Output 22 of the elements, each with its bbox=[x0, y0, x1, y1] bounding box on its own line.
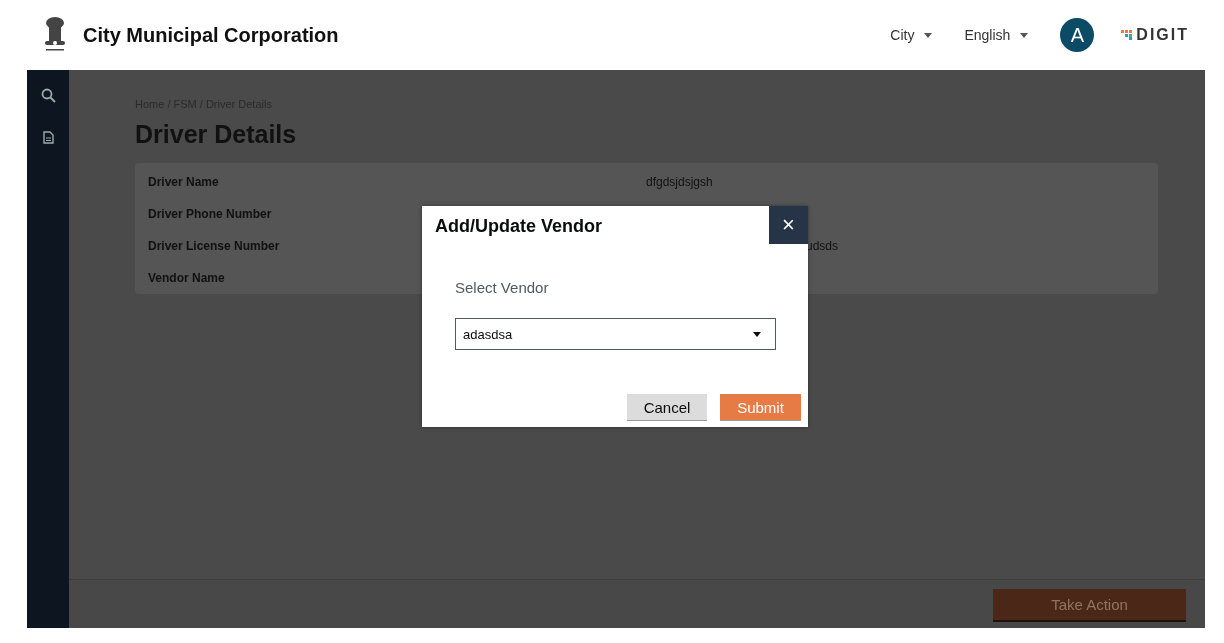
caret-icon bbox=[924, 32, 933, 38]
app-title: City Municipal Corporation bbox=[83, 23, 339, 47]
detail-label: Driver Name bbox=[148, 174, 220, 189]
close-button[interactable]: × bbox=[769, 206, 808, 244]
detail-label: Driver License Number bbox=[148, 238, 281, 253]
document-icon[interactable] bbox=[42, 131, 54, 144]
detail-value: dfgdsjdsjgsh bbox=[646, 174, 714, 189]
header-dropdown[interactable]: English bbox=[964, 27, 1029, 43]
cancel-button[interactable]: Cancel bbox=[627, 394, 707, 420]
vendor-select[interactable]: adasdsa bbox=[455, 318, 776, 350]
detail-label: Driver Phone Number bbox=[148, 206, 273, 221]
page-title: Driver Details bbox=[135, 120, 298, 149]
dialog-title: Add/Update Vendor bbox=[435, 216, 602, 237]
caret-icon bbox=[753, 331, 761, 337]
logo-icon bbox=[1121, 30, 1133, 40]
logo-text: DIGIT bbox=[1136, 26, 1189, 44]
detail-label: Vendor Name bbox=[148, 270, 226, 285]
caret-icon bbox=[1020, 32, 1029, 38]
user-avatar[interactable]: A bbox=[1060, 18, 1095, 52]
header-dropdown[interactable]: City bbox=[890, 27, 933, 43]
field-label: Select Vendor bbox=[455, 279, 549, 296]
search-icon[interactable] bbox=[40, 88, 56, 103]
